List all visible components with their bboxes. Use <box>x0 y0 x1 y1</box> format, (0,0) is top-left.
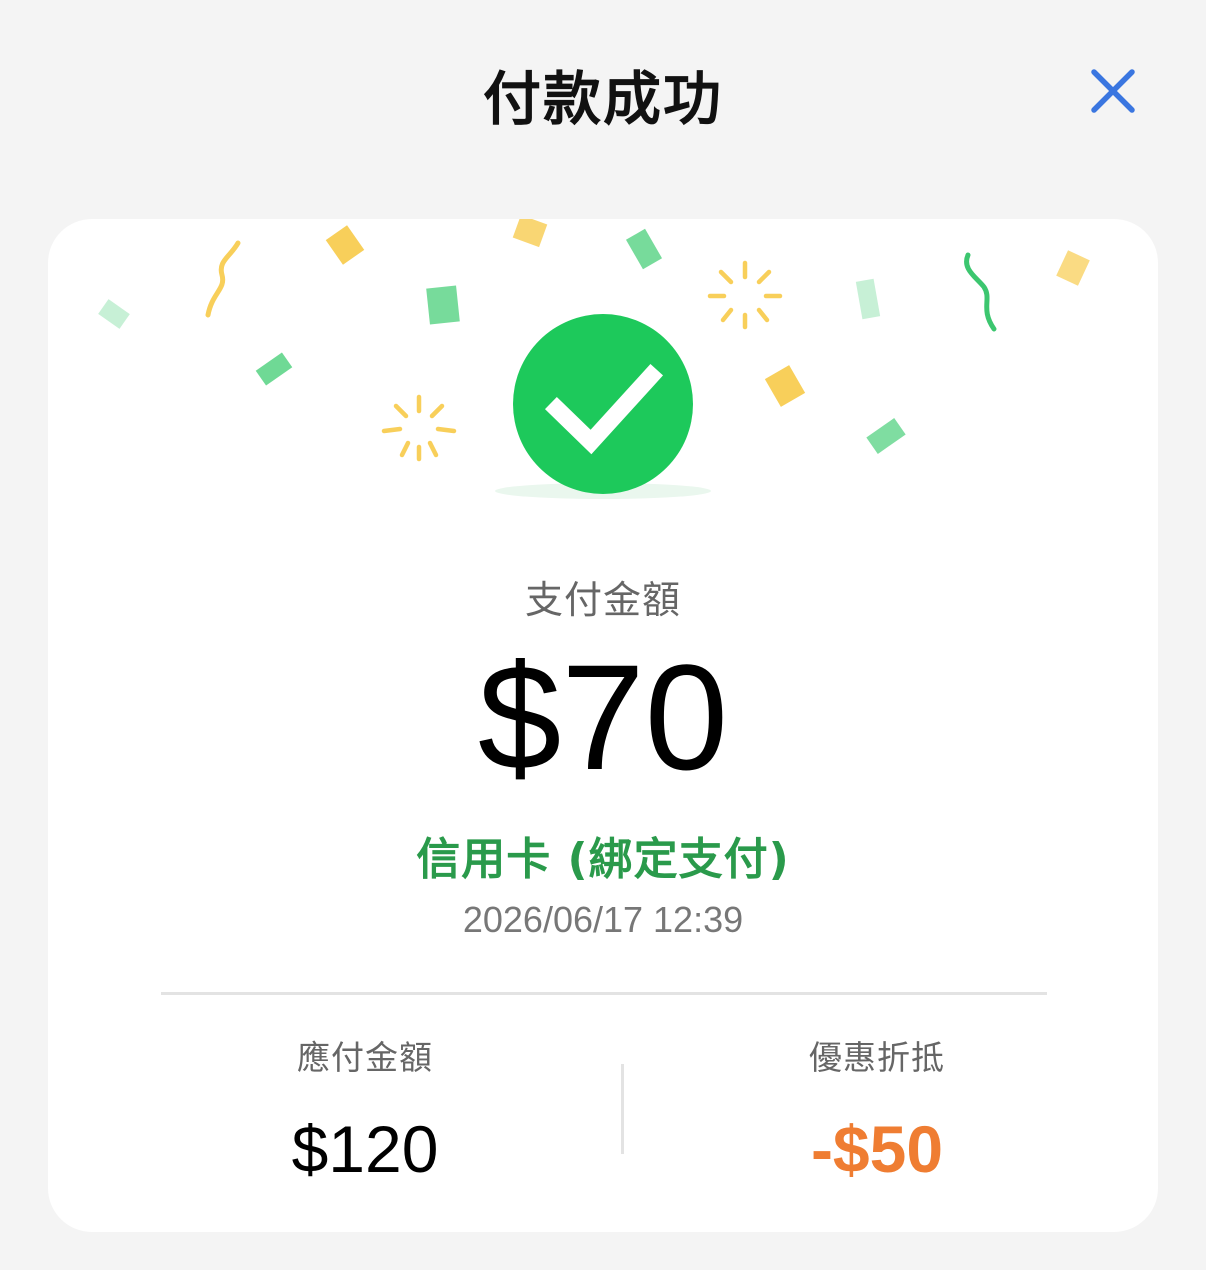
divider <box>161 992 1047 995</box>
amount-label: 支付金額 <box>524 578 681 622</box>
discount-label: 優惠折抵 <box>809 1038 945 1077</box>
payable-label: 應付金額 <box>297 1038 433 1077</box>
payment-method: 信用卡 (綁定支付) <box>416 834 790 885</box>
checkmark-circle-icon <box>495 314 711 499</box>
payment-timestamp: 2026/06/17 12:39 <box>462 899 744 940</box>
payable-value: $120 <box>291 1112 439 1186</box>
column-divider <box>621 1064 624 1154</box>
discount-column: 優惠折抵 -$50 <box>677 1031 1077 1187</box>
close-icon <box>1091 69 1135 113</box>
header: 付款成功 <box>0 0 1206 190</box>
amount-value: $70 <box>477 633 729 801</box>
discount-value: -$50 <box>810 1112 944 1186</box>
page-title: 付款成功 <box>482 65 723 133</box>
payable-column: 應付金額 $120 <box>165 1031 565 1187</box>
payment-result-card: 支付金額 $70 信用卡 (綁定支付) 2026/06/17 12:39 應付金… <box>48 219 1158 1232</box>
close-button[interactable] <box>1080 58 1146 124</box>
